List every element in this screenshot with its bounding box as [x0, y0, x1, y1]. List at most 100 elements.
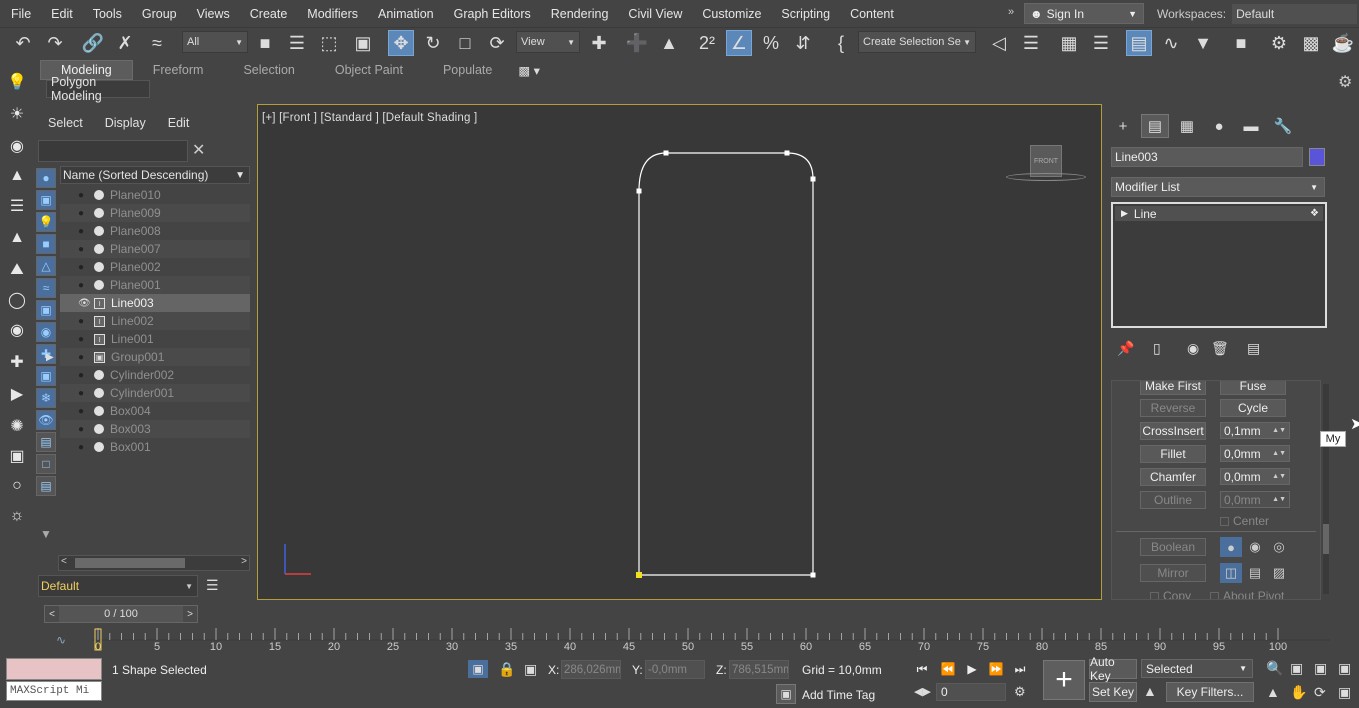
hide-icon[interactable]: ●	[78, 208, 92, 219]
absolute-mode-icon[interactable]: ▣	[524, 661, 537, 678]
viewcube-compass[interactable]	[1006, 173, 1086, 181]
next-frame-button[interactable]: >	[183, 606, 197, 622]
outline-spinner[interactable]: 0,0mm ▲▼	[1220, 491, 1290, 508]
set-key-button[interactable]: Set Key	[1089, 682, 1137, 702]
hide-icon[interactable]: ●	[78, 226, 92, 237]
time-configuration-icon[interactable]: ⚙	[1014, 684, 1026, 700]
layers-icon[interactable]: ☰	[206, 577, 219, 594]
current-layer-dropdown[interactable]: Default ▼	[38, 575, 198, 597]
tab-populate[interactable]: Populate	[423, 60, 512, 80]
tree-icon[interactable]: ▲	[6, 165, 28, 187]
chamfer-spinner[interactable]: 0,0mm ▲▼	[1220, 468, 1290, 485]
list-item[interactable]: ● Box004	[60, 402, 250, 420]
menu-edit[interactable]: Edit	[40, 7, 82, 21]
scene-explorer-toggle-icon[interactable]: ▦	[1056, 30, 1082, 56]
prev-frame-button[interactable]: <	[45, 606, 59, 622]
reference-coord-dropdown[interactable]: View ▼	[516, 31, 580, 53]
link-icon[interactable]: 🔗	[80, 30, 106, 56]
zoom-all-icon[interactable]: ▣	[1290, 660, 1303, 677]
list-item[interactable]: ● Plane002	[60, 258, 250, 276]
mirror-both-icon[interactable]: ▨	[1268, 563, 1290, 583]
menu-group[interactable]: Group	[131, 7, 186, 21]
sphere-icon[interactable]: ◉	[6, 319, 28, 341]
show-end-result-icon[interactable]: ▯	[1153, 340, 1161, 357]
mirror-horizontal-icon[interactable]: ◫	[1220, 563, 1242, 583]
auto-key-button[interactable]: Auto Key	[1089, 655, 1137, 683]
pivot-center-icon[interactable]: ✚	[586, 30, 612, 56]
menu-file[interactable]: File	[0, 7, 40, 21]
torus-icon[interactable]: ◯	[6, 289, 28, 311]
x-coordinate-field[interactable]: 286,026mm	[561, 660, 621, 679]
filter-frozen-icon[interactable]: ❄	[36, 388, 56, 408]
play-icon[interactable]: ▶	[962, 660, 982, 678]
hide-icon[interactable]: ●	[78, 442, 92, 453]
scene-horizontal-scrollbar[interactable]: < >	[58, 555, 250, 571]
name-column-header[interactable]: Name (Sorted Descending) ▼	[60, 166, 250, 184]
scrollbar-thumb[interactable]	[75, 558, 185, 568]
object-name-field[interactable]: Line003	[1111, 147, 1303, 167]
list-item[interactable]: ● Cylinder001	[60, 384, 250, 402]
fillet-button[interactable]: Fillet	[1140, 445, 1206, 463]
lock-selection-icon[interactable]: 🔒	[498, 661, 515, 678]
list-item[interactable]: 👁 ≀ Line003	[60, 294, 250, 312]
list-item[interactable]: ● Box003	[60, 420, 250, 438]
copy-checkbox[interactable]: Copy	[1150, 589, 1191, 599]
particles-icon[interactable]: ✺	[6, 415, 28, 437]
boolean-button[interactable]: Boolean	[1140, 538, 1206, 556]
list-icon[interactable]: ☰	[6, 195, 28, 217]
selection-filter-dropdown[interactable]: All ▼	[182, 31, 248, 53]
redo-icon[interactable]: ↷	[42, 30, 68, 56]
display-tab-icon[interactable]: ▬	[1237, 114, 1265, 138]
rendered-frame-window-icon[interactable]: ▩	[1298, 30, 1324, 56]
select-object-icon[interactable]: ■	[252, 30, 278, 56]
crossinsert-spinner[interactable]: 0,1mm ▲▼	[1220, 422, 1290, 439]
time-slider[interactable]: < 0 / 100 >	[44, 605, 198, 623]
rect-selection-icon[interactable]: ⬚	[316, 30, 342, 56]
filter-spacewarps-icon[interactable]: ≈	[36, 278, 56, 298]
scene-menu-display[interactable]: Display	[105, 116, 146, 130]
bind-space-warp-icon[interactable]: ≈	[144, 30, 170, 56]
union-icon[interactable]: ●	[1220, 537, 1242, 557]
list-item[interactable]: ● Cylinder002	[60, 366, 250, 384]
filter-xrefs-icon[interactable]: ◉	[36, 322, 56, 342]
modifier-stack[interactable]: ▶ Line ❖	[1111, 202, 1327, 328]
pan-icon[interactable]: ✋	[1290, 684, 1307, 701]
list-item[interactable]: ▶ ● ▣ Group001	[46, 348, 250, 366]
isolate-selection-icon[interactable]: ▣	[468, 660, 488, 678]
maximize-viewport-icon[interactable]: ▣	[1338, 684, 1351, 701]
hierarchy-tab-icon[interactable]: ▦	[1173, 114, 1201, 138]
pin-stack-icon[interactable]: 📌	[1117, 340, 1134, 357]
undo-icon[interactable]: ↶	[10, 30, 36, 56]
helper-icon[interactable]: ✚	[6, 351, 28, 373]
select-move-icon[interactable]: ✥	[388, 30, 414, 56]
key-mode-icon[interactable]: ◀▶	[914, 685, 931, 698]
hide-icon[interactable]: ●	[78, 316, 92, 327]
expand-icon[interactable]: ▶	[46, 352, 54, 363]
intersection-icon[interactable]: ◎	[1268, 537, 1290, 557]
menu-graph-editors[interactable]: Graph Editors	[443, 7, 540, 21]
zoom-extents-icon[interactable]: ▣	[1314, 660, 1327, 677]
scene-menu-edit[interactable]: Edit	[168, 116, 190, 130]
key-filter-selection-dropdown[interactable]: Selected ▼	[1141, 659, 1253, 678]
filter-shapes-icon[interactable]: ▣	[36, 190, 56, 210]
scene-menu-select[interactable]: Select	[48, 116, 83, 130]
sun-icon[interactable]: ☀	[6, 103, 28, 125]
list-item[interactable]: ● Plane010	[60, 186, 250, 204]
chamfer-button[interactable]: Chamfer	[1140, 468, 1206, 486]
menu-create[interactable]: Create	[239, 7, 297, 21]
list-item[interactable]: ● Plane008	[60, 222, 250, 240]
tab-selection[interactable]: Selection	[223, 60, 314, 80]
reverse-button[interactable]: Reverse	[1140, 399, 1206, 417]
hide-icon[interactable]: ●	[78, 262, 92, 273]
window-icon[interactable]: ▣	[6, 445, 28, 467]
filter-invert-icon[interactable]: ▤	[36, 476, 56, 496]
command-panel-scrollbar[interactable]	[1323, 384, 1329, 594]
filter-all-icon[interactable]: ▤	[36, 432, 56, 452]
light-bulb-icon[interactable]: 💡	[6, 71, 28, 93]
subtraction-icon[interactable]: ◉	[1244, 537, 1266, 557]
hide-icon[interactable]: ●	[78, 280, 92, 291]
filter-lights-icon[interactable]: 💡	[36, 212, 56, 232]
curve-editor-icon[interactable]: ∿	[1158, 30, 1184, 56]
mirror-vertical-icon[interactable]: ▤	[1244, 563, 1266, 583]
z-coordinate-field[interactable]: 786,515mm	[729, 660, 789, 679]
